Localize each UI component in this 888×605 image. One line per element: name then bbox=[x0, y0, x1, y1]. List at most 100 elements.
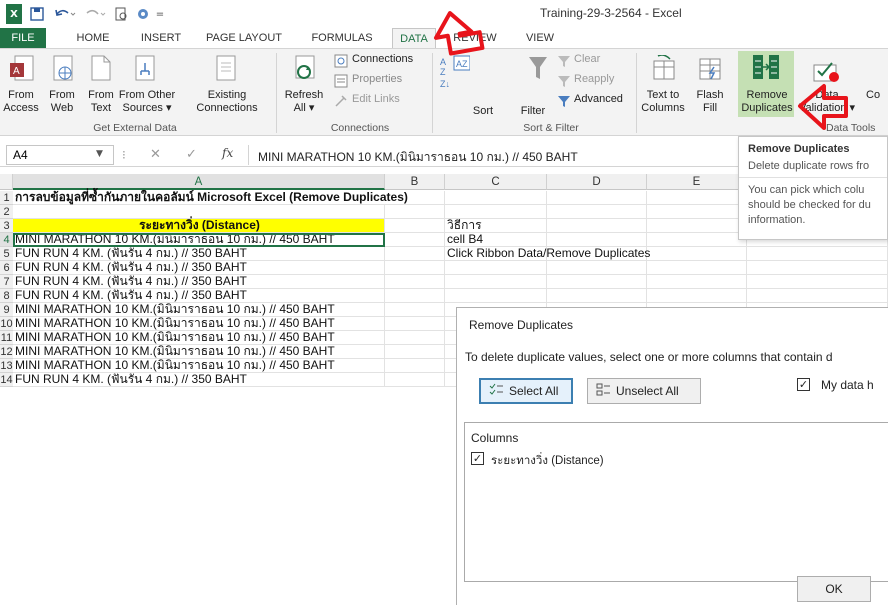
grid-cell[interactable] bbox=[385, 331, 445, 345]
row-header[interactable]: 3 bbox=[0, 219, 13, 233]
cancel-icon[interactable]: ✕ bbox=[150, 147, 161, 162]
grid-cell[interactable] bbox=[385, 219, 445, 233]
grid-cell[interactable]: FUN RUN 4 KM. (ฟันรัน 4 กม.) // 350 BAHT bbox=[13, 247, 385, 261]
row-header[interactable]: 11 bbox=[0, 331, 13, 345]
grid-cell[interactable] bbox=[647, 275, 747, 289]
grid-cell[interactable]: MINI MARATHON 10 KM.(มินิมาราธอน 10 กม.)… bbox=[13, 345, 385, 359]
grid-cell[interactable]: MINI MARATHON 10 KM.(มินิมาราธอน 10 กม.)… bbox=[13, 317, 385, 331]
grid-cell[interactable] bbox=[547, 219, 647, 233]
grid-cell[interactable] bbox=[647, 233, 747, 247]
grid-cell[interactable] bbox=[385, 317, 445, 331]
grid-cell[interactable] bbox=[747, 289, 888, 303]
grid-cell[interactable] bbox=[445, 289, 547, 303]
grid-cell[interactable]: MINI MARATHON 10 KM.(มินิมาราธอน 10 กม.)… bbox=[13, 359, 385, 373]
grid-cell[interactable] bbox=[445, 261, 547, 275]
quick-access-dropdown-icon[interactable]: = bbox=[154, 4, 166, 24]
grid-cell[interactable] bbox=[385, 233, 445, 247]
grid-cell[interactable] bbox=[647, 247, 747, 261]
grid-cell[interactable] bbox=[647, 205, 747, 219]
grid-cell[interactable]: Click Ribbon Data/Remove Duplicates bbox=[445, 247, 650, 261]
row-header[interactable]: 2 bbox=[0, 205, 13, 219]
column-checkbox[interactable]: ✓ bbox=[471, 452, 484, 465]
grid-cell[interactable] bbox=[385, 247, 445, 261]
enter-icon[interactable]: ✓ bbox=[186, 147, 197, 162]
row-header[interactable]: 5 bbox=[0, 247, 13, 261]
tab-insert[interactable]: INSERT bbox=[134, 28, 188, 48]
tab-home[interactable]: HOME bbox=[70, 28, 116, 48]
clear-button[interactable]: Clear bbox=[574, 53, 600, 65]
grid-cell[interactable]: MINI MARATHON 10 KM.(มินิมาราธอน 10 กม.)… bbox=[13, 303, 385, 317]
insert-function-icon[interactable]: fx bbox=[222, 146, 233, 160]
grid-cell[interactable] bbox=[647, 289, 747, 303]
grid-cell[interactable] bbox=[547, 191, 647, 205]
grid-cell[interactable]: การลบข้อมูลที่ซ้ำกันภายในคอลัมน์ Microso… bbox=[13, 191, 408, 205]
from-access-button[interactable]: From Access bbox=[0, 89, 42, 115]
grid-cell[interactable] bbox=[385, 303, 445, 317]
row-header[interactable]: 10 bbox=[0, 317, 13, 331]
grid-cell[interactable] bbox=[385, 275, 445, 289]
grid-cell[interactable] bbox=[547, 233, 647, 247]
column-header-b[interactable]: B bbox=[385, 174, 445, 190]
grid-cell[interactable] bbox=[747, 247, 888, 261]
unselect-all-button[interactable]: Unselect All bbox=[587, 378, 701, 404]
grid-cell[interactable]: วิธีการ bbox=[445, 219, 547, 233]
select-all-button[interactable]: Select All bbox=[479, 378, 573, 404]
grid-cell[interactable] bbox=[385, 261, 445, 275]
grid-cell[interactable] bbox=[445, 275, 547, 289]
save-icon[interactable] bbox=[28, 4, 46, 24]
grid-cell[interactable]: ระยะทางวิ่ง (Distance) bbox=[13, 219, 385, 233]
row-header[interactable]: 1 bbox=[0, 191, 13, 205]
remove-duplicates-button[interactable]: Remove Duplicates bbox=[738, 89, 796, 115]
grid-cell[interactable]: FUN RUN 4 KM. (ฟันรัน 4 กม.) // 350 BAHT bbox=[13, 289, 385, 303]
filter-button[interactable]: Filter bbox=[514, 105, 552, 118]
grid-cell[interactable]: FUN RUN 4 KM. (ฟันรัน 4 กม.) // 350 BAHT bbox=[13, 261, 385, 275]
text-to-columns-button[interactable]: Text to Columns bbox=[640, 89, 686, 115]
grid-cell[interactable] bbox=[385, 289, 445, 303]
grid-cell[interactable]: FUN RUN 4 KM. (ฟันรัน 4 กม.) // 350 BAHT bbox=[13, 275, 385, 289]
grid-cell[interactable]: MINI MARATHON 10 KM.(มินิมาราธอน 10 กม.)… bbox=[13, 233, 385, 247]
tab-page-layout[interactable]: PAGE LAYOUT bbox=[200, 28, 288, 48]
grid-cell[interactable] bbox=[385, 359, 445, 373]
grid-cell[interactable]: FUN RUN 4 KM. (ฟันรัน 4 กม.) // 350 BAHT bbox=[13, 373, 385, 387]
grid-cell[interactable] bbox=[445, 191, 547, 205]
grid-cell[interactable]: cell B4 bbox=[445, 233, 547, 247]
grid-cell[interactable] bbox=[547, 261, 647, 275]
row-header[interactable]: 7 bbox=[0, 275, 13, 289]
undo-icon[interactable] bbox=[52, 4, 78, 24]
grid-cell[interactable] bbox=[747, 275, 888, 289]
customize-icon[interactable] bbox=[134, 4, 152, 24]
grid-cell[interactable] bbox=[445, 205, 547, 219]
grid-cell[interactable] bbox=[547, 289, 647, 303]
column-header-c[interactable]: C bbox=[445, 174, 547, 190]
my-data-headers-checkbox[interactable]: ✓ bbox=[797, 378, 810, 391]
properties-button[interactable]: Properties bbox=[352, 73, 402, 85]
row-header[interactable]: 14 bbox=[0, 373, 13, 387]
tab-formulas[interactable]: FORMULAS bbox=[302, 28, 382, 48]
row-header[interactable]: 13 bbox=[0, 359, 13, 373]
advanced-button[interactable]: Advanced bbox=[574, 93, 623, 105]
row-header[interactable]: 4 bbox=[0, 233, 13, 247]
row-header[interactable]: 9 bbox=[0, 303, 13, 317]
redo-icon[interactable] bbox=[82, 4, 108, 24]
from-web-button[interactable]: From Web bbox=[42, 89, 82, 115]
from-other-sources-button[interactable]: From Other Sources ▾ bbox=[118, 89, 176, 115]
sort-button[interactable]: Sort bbox=[466, 105, 500, 118]
connections-button[interactable]: Connections bbox=[352, 53, 413, 65]
formula-input[interactable]: MINI MARATHON 10 KM.(มินิมาราธอน 10 กม.)… bbox=[258, 148, 578, 167]
ok-button[interactable]: OK bbox=[797, 576, 871, 602]
grid-cell[interactable] bbox=[13, 205, 385, 219]
grid-cell[interactable] bbox=[547, 275, 647, 289]
edit-links-button[interactable]: Edit Links bbox=[352, 93, 400, 105]
column-header-a[interactable]: A bbox=[13, 174, 385, 190]
grid-cell[interactable] bbox=[547, 205, 647, 219]
grid-cell[interactable] bbox=[385, 345, 445, 359]
columns-list[interactable]: Columns ✓ ระยะทางวิ่ง (Distance) bbox=[464, 422, 888, 582]
name-box-dropdown-icon[interactable]: ▼ bbox=[96, 149, 103, 159]
column-header-d[interactable]: D bbox=[547, 174, 647, 190]
grid-cell[interactable] bbox=[385, 373, 445, 387]
grid-cell[interactable] bbox=[747, 261, 888, 275]
grid-cell[interactable] bbox=[385, 205, 445, 219]
print-preview-icon[interactable] bbox=[112, 4, 130, 24]
reapply-button[interactable]: Reapply bbox=[574, 73, 614, 85]
refresh-all-button[interactable]: Refresh All ▾ bbox=[280, 89, 328, 115]
